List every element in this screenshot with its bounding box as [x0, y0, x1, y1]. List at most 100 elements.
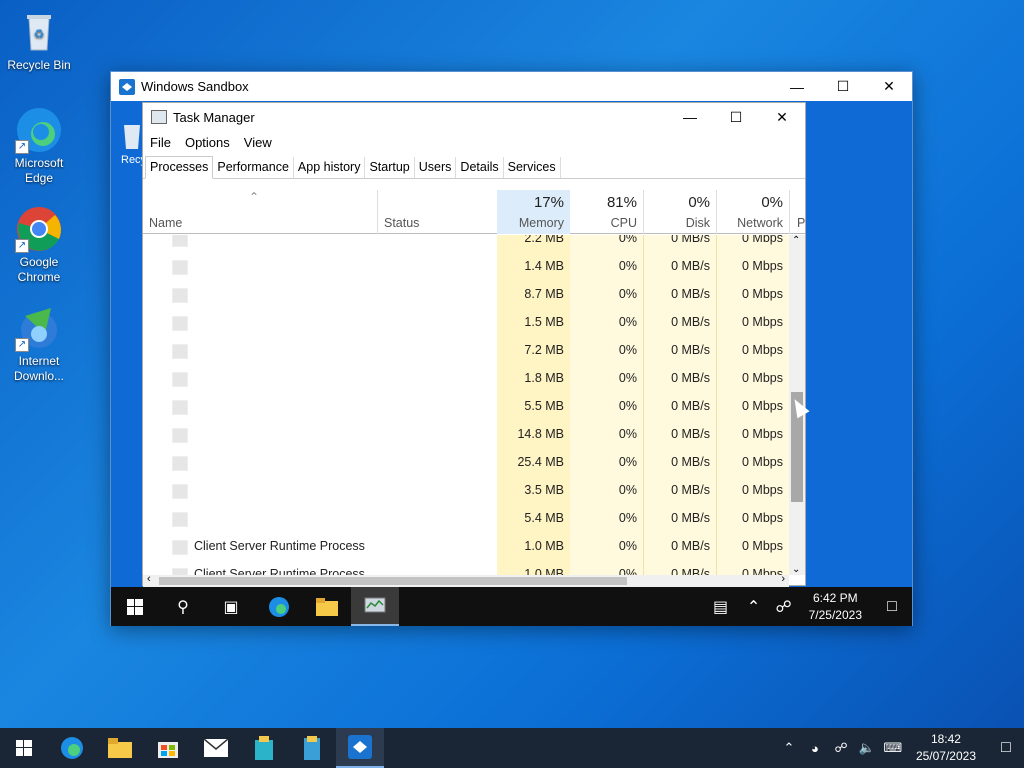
- sandbox-search-button[interactable]: ⚲: [159, 587, 207, 626]
- memory-value: 2.2 MB: [524, 235, 564, 245]
- sandbox-notifications-button[interactable]: □: [872, 587, 912, 626]
- table-row[interactable]: Client Server Runtime Process 1.0 MB 0% 0 M…: [143, 533, 789, 561]
- column-power[interactable]: P: [789, 190, 805, 234]
- sandbox-close-button[interactable]: ✕: [866, 72, 912, 101]
- sandbox-maximize-button[interactable]: ☐: [820, 72, 866, 101]
- chevron-up-icon: ⌃: [783, 740, 795, 755]
- tm-minimize-button[interactable]: —: [667, 103, 713, 131]
- svg-text:♻: ♻: [34, 27, 45, 41]
- sandbox-minimize-button[interactable]: —: [774, 72, 820, 101]
- cpu-value: 0%: [618, 567, 637, 575]
- column-name[interactable]: ⌃ Name: [143, 190, 377, 234]
- sandbox-show-hidden-icons[interactable]: ⌃: [739, 587, 769, 626]
- scroll-up-icon[interactable]: ⌃: [792, 235, 800, 246]
- horizontal-scroll-thumb[interactable]: [159, 577, 627, 585]
- table-row[interactable]: Client Server Runtime Process 1.0 MB 0% 0 M…: [143, 561, 789, 575]
- news-icon: ▤: [713, 598, 729, 616]
- network-value: 0 Mbps: [742, 315, 783, 329]
- horizontal-scrollbar[interactable]: ‹ ›: [143, 573, 789, 587]
- sandbox-taskbar-explorer[interactable]: [303, 587, 351, 626]
- task-manager-titlebar[interactable]: Task Manager — ☐ ✕: [143, 103, 805, 131]
- tab-performance[interactable]: Performance: [213, 157, 294, 178]
- taskbar-mail[interactable]: [192, 728, 240, 768]
- notifications-button[interactable]: □: [988, 739, 1024, 757]
- tab-startup[interactable]: Startup: [365, 157, 415, 178]
- scroll-right-icon[interactable]: ›: [781, 573, 785, 585]
- desktop-icon-edge[interactable]: ↗ Microsoft Edge: [1, 106, 77, 186]
- table-row[interactable]: 1.4 MB 0% 0 MB/s 0 Mbps: [143, 253, 789, 281]
- taskbar-app-2[interactable]: [288, 728, 336, 768]
- memory-value: 1.8 MB: [524, 371, 564, 385]
- table-row[interactable]: 5.5 MB 0% 0 MB/s 0 Mbps: [143, 393, 789, 421]
- column-status[interactable]: Status: [378, 190, 497, 234]
- tab-details[interactable]: Details: [456, 157, 504, 178]
- volume-muted-icon[interactable]: 🔈: [856, 740, 878, 756]
- memory-value: 25.4 MB: [517, 455, 564, 469]
- network-icon[interactable]: ☍: [830, 740, 852, 756]
- start-button[interactable]: [0, 728, 48, 768]
- network-value: 0 Mbps: [742, 259, 783, 273]
- scroll-left-icon[interactable]: ‹: [147, 573, 151, 585]
- sandbox-news-button[interactable]: ▤: [703, 587, 739, 626]
- menu-options[interactable]: Options: [185, 135, 230, 150]
- clock-time: 18:42: [930, 732, 961, 746]
- sandbox-taskbar-edge[interactable]: [255, 587, 303, 626]
- task-manager-window: Task Manager — ☐ ✕ File Options View Pro…: [142, 102, 806, 587]
- table-row[interactable]: 3.5 MB 0% 0 MB/s 0 Mbps: [143, 477, 789, 505]
- table-row[interactable]: 1.5 MB 0% 0 MB/s 0 Mbps: [143, 309, 789, 337]
- table-row[interactable]: 25.4 MB 0% 0 MB/s 0 Mbps: [143, 449, 789, 477]
- edge-icon: [61, 737, 83, 759]
- table-row[interactable]: 7.2 MB 0% 0 MB/s 0 Mbps: [143, 337, 789, 365]
- tm-close-button[interactable]: ✕: [759, 103, 805, 131]
- taskbar-app-1[interactable]: [240, 728, 288, 768]
- disk-value: 0 MB/s: [671, 399, 710, 413]
- tab-app-history[interactable]: App history: [294, 157, 366, 178]
- mail-icon: [204, 739, 228, 757]
- edge-icon: ↗: [15, 106, 63, 154]
- scroll-down-icon[interactable]: ⌄: [792, 564, 800, 575]
- keyboard-icon[interactable]: ⌨: [882, 740, 904, 756]
- process-icon: [172, 288, 188, 303]
- network-value: 0 Mbps: [742, 567, 783, 575]
- tray-app-icon[interactable]: ◕: [804, 741, 826, 756]
- desktop-icon-idm[interactable]: ↗ Internet Downlo...: [1, 304, 77, 384]
- disk-value: 0 MB/s: [671, 567, 710, 575]
- column-network[interactable]: 0% Network: [716, 190, 789, 234]
- table-row[interactable]: 1.8 MB 0% 0 MB/s 0 Mbps: [143, 365, 789, 393]
- taskbar-edge[interactable]: [48, 728, 96, 768]
- sandbox-taskbar-task-manager[interactable]: [351, 587, 399, 626]
- sandbox-start-button[interactable]: [111, 587, 159, 626]
- table-row[interactable]: 14.8 MB 0% 0 MB/s 0 Mbps: [143, 421, 789, 449]
- sandbox-task-view-button[interactable]: ▣: [207, 587, 255, 626]
- network-value: 0 Mbps: [742, 539, 783, 553]
- building-app-icon: [255, 736, 273, 760]
- process-icon: [172, 235, 188, 247]
- table-row[interactable]: 2.2 MB 0% 0 MB/s 0 Mbps: [143, 235, 789, 253]
- tm-maximize-button[interactable]: ☐: [713, 103, 759, 131]
- show-hidden-icons-button[interactable]: ⌃: [778, 740, 800, 756]
- menu-file[interactable]: File: [150, 135, 171, 150]
- tab-users[interactable]: Users: [415, 157, 457, 178]
- taskbar-explorer[interactable]: [96, 728, 144, 768]
- clock[interactable]: 18:42 25/07/2023: [908, 731, 984, 765]
- cpu-value: 0%: [618, 315, 637, 329]
- column-memory[interactable]: 17% Memory: [497, 190, 570, 234]
- network-value: 0 Mbps: [742, 371, 783, 385]
- desktop-icon-recycle-bin[interactable]: ♻ Recycle Bin: [1, 8, 77, 73]
- table-row[interactable]: 5.4 MB 0% 0 MB/s 0 Mbps: [143, 505, 789, 533]
- taskbar-sandbox[interactable]: [336, 728, 384, 768]
- sandbox-clock[interactable]: 6:42 PM 7/25/2023: [799, 590, 872, 624]
- sandbox-titlebar[interactable]: Windows Sandbox — ☐ ✕: [111, 72, 912, 101]
- menu-view[interactable]: View: [244, 135, 272, 150]
- tab-processes[interactable]: Processes: [145, 156, 214, 179]
- column-disk[interactable]: 0% Disk: [643, 190, 716, 234]
- desktop-icon-chrome[interactable]: ↗ Google Chrome: [1, 205, 77, 285]
- desktop-icon-label: Recycle Bin: [7, 58, 71, 72]
- sandbox-network-button[interactable]: ☍: [769, 587, 799, 626]
- cpu-value: 0%: [618, 287, 637, 301]
- tab-services[interactable]: Services: [504, 157, 561, 178]
- table-row[interactable]: 8.7 MB 0% 0 MB/s 0 Mbps: [143, 281, 789, 309]
- memory-value: 5.4 MB: [524, 511, 564, 525]
- column-cpu[interactable]: 81% CPU: [570, 190, 643, 234]
- taskbar-store[interactable]: [144, 728, 192, 768]
